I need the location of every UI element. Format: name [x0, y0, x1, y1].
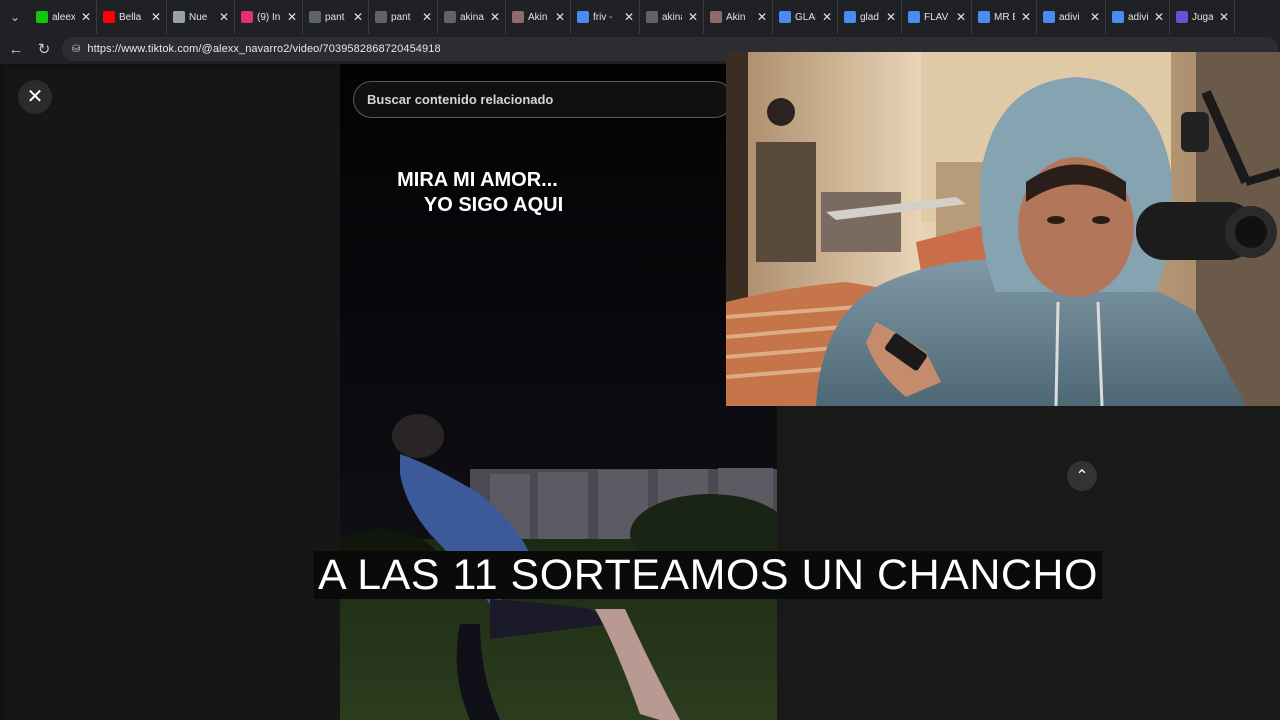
tab-favicon-icon: [646, 11, 658, 23]
webcam-feed: [726, 52, 1280, 406]
tab-close-icon[interactable]: ✕: [886, 10, 896, 24]
tab-close-icon[interactable]: ✕: [353, 10, 363, 24]
tab-favicon-icon: [444, 11, 456, 23]
related-search-box[interactable]: [353, 81, 733, 118]
browser-tab[interactable]: akina ✕: [640, 0, 704, 34]
browser-tab[interactable]: FLAV ✕: [902, 0, 972, 34]
tab-favicon-icon: [375, 11, 387, 23]
tab-close-icon[interactable]: ✕: [624, 10, 634, 24]
tab-title: adivi: [1128, 11, 1148, 23]
tab-close-icon[interactable]: ✕: [81, 10, 91, 24]
tab-close-icon[interactable]: ✕: [555, 10, 565, 24]
tab-title: (9) In: [257, 11, 281, 23]
tab-close-icon[interactable]: ✕: [1090, 10, 1100, 24]
browser-tab[interactable]: pant ✕: [369, 0, 438, 34]
browser-tab[interactable]: (9) In ✕: [235, 0, 303, 34]
browser-tab[interactable]: MR B ✕: [972, 0, 1037, 34]
tab-title: adivi: [1059, 11, 1080, 23]
tab-title: Akin: [726, 11, 746, 23]
reload-icon[interactable]: ↻: [30, 35, 58, 63]
caption-line-2: YO SIGO AQUI: [423, 194, 564, 216]
browser-tab[interactable]: GLAI ✕: [773, 0, 838, 34]
tab-favicon-icon: [978, 11, 990, 23]
related-search-input[interactable]: [367, 92, 707, 107]
tab-favicon-icon: [779, 11, 791, 23]
tab-close-icon[interactable]: ✕: [757, 10, 767, 24]
browser-tab[interactable]: aleex ✕: [30, 0, 97, 34]
tab-favicon-icon: [103, 11, 115, 23]
tab-close-icon[interactable]: ✕: [422, 10, 432, 24]
tab-favicon-icon: [36, 11, 48, 23]
tab-favicon-icon: [173, 11, 185, 23]
tab-favicon-icon: [1112, 11, 1124, 23]
browser-tab[interactable]: Akin ✕: [704, 0, 773, 34]
video-text-overlay: MIRA MI AMOR... YO SIGO AQUI: [390, 168, 565, 218]
tab-close-icon[interactable]: ✕: [490, 10, 500, 24]
tab-title: glad: [860, 11, 879, 23]
screen: ⌄ aleex ✕ Bella ✕ Nue ✕ (9) In ✕ pant ✕ pant ✕ akina…: [0, 0, 1280, 720]
back-arrow-icon[interactable]: ←: [2, 35, 30, 63]
tab-close-icon[interactable]: ✕: [219, 10, 229, 24]
tab-favicon-icon: [577, 11, 589, 23]
tab-title: FLAV: [924, 11, 949, 23]
browser-tab[interactable]: Bella ✕: [97, 0, 167, 34]
tabs-container: aleex ✕ Bella ✕ Nue ✕ (9) In ✕ pant ✕ pant ✕ akina ✕ A…: [30, 0, 1235, 34]
video-frame: [340, 64, 777, 720]
browser-tab[interactable]: akina ✕: [438, 0, 506, 34]
browser-tab[interactable]: Akin ✕: [506, 0, 571, 34]
browser-tab[interactable]: pant ✕: [303, 0, 369, 34]
tab-close-icon[interactable]: ✕: [1219, 10, 1229, 24]
browser-tab[interactable]: adivi ✕: [1037, 0, 1106, 34]
tab-favicon-icon: [710, 11, 722, 23]
tab-title: Nue: [189, 11, 208, 23]
tab-favicon-icon: [908, 11, 920, 23]
tab-favicon-icon: [309, 11, 321, 23]
tab-title: MR B: [994, 11, 1015, 23]
tab-close-icon[interactable]: ✕: [956, 10, 966, 24]
browser-tab[interactable]: adivi ✕: [1106, 0, 1170, 34]
tab-search-chevron-icon[interactable]: ⌄: [0, 0, 30, 34]
tab-title: akina: [662, 11, 682, 23]
tab-favicon-icon: [241, 11, 253, 23]
tab-favicon-icon: [1176, 11, 1188, 23]
tab-strip: ⌄ aleex ✕ Bella ✕ Nue ✕ (9) In ✕ pant ✕ pant ✕ akina…: [0, 0, 1280, 34]
tab-title: Juga: [1192, 11, 1213, 23]
browser-tab[interactable]: glad ✕: [838, 0, 902, 34]
caption-line-1: MIRA MI AMOR...: [397, 169, 558, 191]
tab-title: GLAI: [795, 11, 816, 23]
tab-favicon-icon: [844, 11, 856, 23]
video-player[interactable]: MIRA MI AMOR... YO SIGO AQUI: [340, 64, 777, 720]
tab-close-icon[interactable]: ✕: [1021, 10, 1031, 24]
tab-close-icon[interactable]: ✕: [1154, 10, 1164, 24]
browser-tab[interactable]: Nue ✕: [167, 0, 235, 34]
stream-subtitle: A LAS 11 SORTEAMOS UN CHANCHO: [314, 551, 1102, 599]
chevron-up-icon[interactable]: ⌃: [1067, 461, 1097, 491]
blurred-background-left: [4, 68, 340, 720]
tab-close-icon[interactable]: ✕: [688, 10, 698, 24]
tab-title: friv -: [593, 11, 613, 23]
tab-title: Bella: [119, 11, 142, 23]
tab-favicon-icon: [512, 11, 524, 23]
tab-title: pant: [391, 11, 411, 23]
browser-tab[interactable]: friv - ✕: [571, 0, 640, 34]
browser-tab[interactable]: Juga ✕: [1170, 0, 1235, 34]
tab-close-icon[interactable]: ✕: [151, 10, 161, 24]
tab-favicon-icon: [1043, 11, 1055, 23]
tab-close-icon[interactable]: ✕: [822, 10, 832, 24]
webcam-overlay: [726, 52, 1280, 406]
tab-title: aleex: [52, 11, 75, 23]
site-info-icon[interactable]: ⛁: [72, 44, 80, 55]
address-url: https://www.tiktok.com/@alexx_navarro2/v…: [87, 43, 441, 55]
tab-close-icon[interactable]: ✕: [287, 10, 297, 24]
tab-title: akina: [460, 11, 484, 23]
tab-title: pant: [325, 11, 345, 23]
tab-title: Akin: [528, 11, 548, 23]
close-icon[interactable]: ✕: [18, 80, 52, 114]
